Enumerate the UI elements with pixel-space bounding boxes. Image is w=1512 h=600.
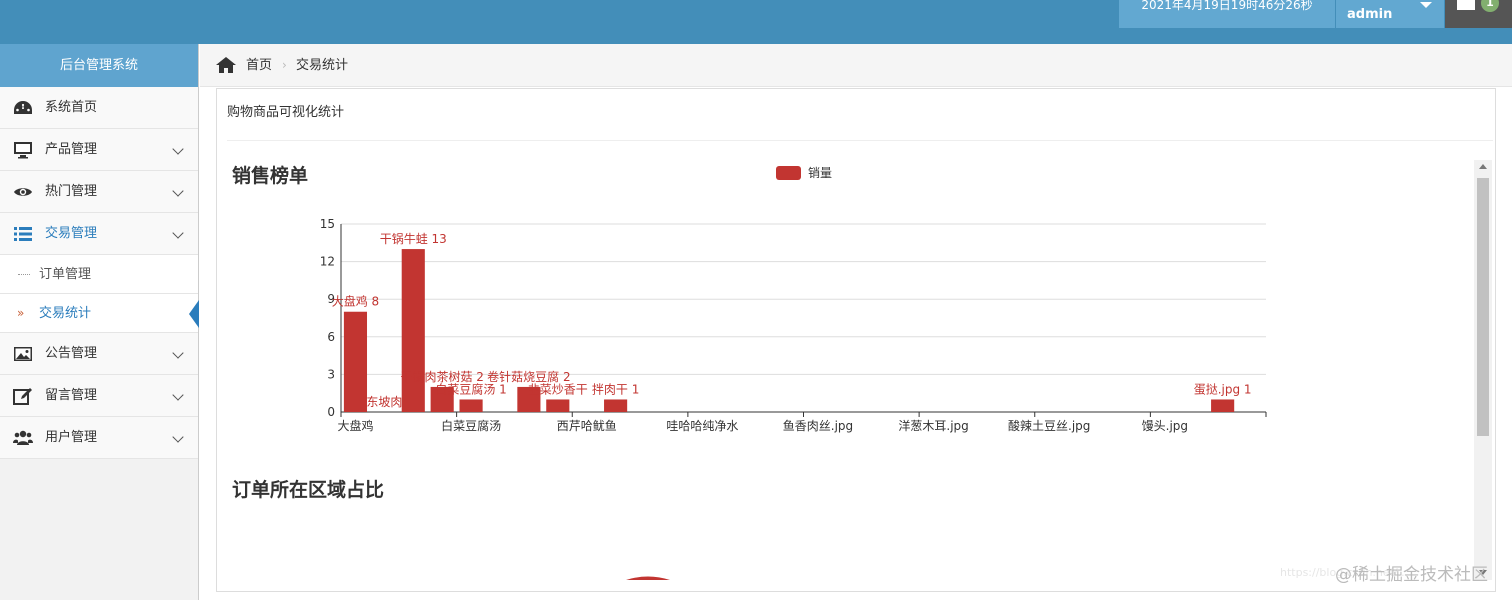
- bar-plot: 03691215大盘鸡 白菜豆腐汤 西芹哈鱿鱼 哇哈哈纯净水 鱼香肉丝.jpg 洋葱木耳.…: [320, 217, 1267, 433]
- sidebar-item-label: 产品管理: [45, 142, 98, 157]
- users-icon: [13, 430, 33, 445]
- data-label: 拌肉干 1: [592, 381, 639, 396]
- mail-button[interactable]: 1: [1445, 0, 1512, 28]
- chevron-down-icon: [172, 347, 184, 359]
- chevron-down-icon: [172, 227, 184, 239]
- sidebar-item-products[interactable]: 产品管理: [0, 129, 198, 171]
- pie-slice-top: [626, 576, 670, 580]
- y-tick-label: 6: [327, 330, 335, 344]
- chevron-down-icon: [172, 143, 184, 155]
- y-tick-label: 0: [327, 405, 335, 419]
- bar: [459, 399, 483, 412]
- sidebar-item-label: 留言管理: [45, 388, 98, 403]
- x-tick-label: 西芹哈鱿鱼: [557, 418, 617, 433]
- eye-icon: [14, 188, 32, 196]
- sidebar-item-label: 公告管理: [45, 346, 98, 361]
- bar: [1211, 399, 1235, 412]
- data-label: 蛋挞.jpg 1: [1194, 382, 1252, 396]
- sidebar-item-trade[interactable]: 交易管理: [0, 213, 198, 255]
- sidebar-item-label: 系统首页: [45, 100, 98, 115]
- panel-title: 购物商品可视化统计: [227, 105, 345, 120]
- picture-icon: [14, 347, 32, 361]
- sidebar-item-popular[interactable]: 热门管理: [0, 171, 198, 213]
- legend-label: 销量: [808, 166, 832, 180]
- data-label: 大盘鸡 8: [332, 294, 379, 309]
- edit-icon: [13, 388, 32, 405]
- y-tick-label: 3: [327, 367, 335, 381]
- active-marker: [189, 300, 199, 328]
- envelope-icon: [1457, 0, 1475, 10]
- y-tick-label: 12: [320, 255, 335, 269]
- mail-count-badge: 1: [1481, 0, 1499, 12]
- legend-swatch: [776, 166, 801, 180]
- breadcrumb-current: 交易统计: [296, 58, 349, 73]
- sidebar-item-label: 用户管理: [45, 430, 98, 445]
- x-tick-label: 大盘鸡: [337, 418, 373, 433]
- sidebar-item-messages[interactable]: 留言管理: [0, 375, 198, 417]
- tree-line: [18, 274, 30, 275]
- sidebar-item-notices[interactable]: 公告管理: [0, 333, 198, 375]
- data-label: 干锅牛蛙 13: [380, 231, 447, 246]
- scrollbar-thumb[interactable]: [1477, 178, 1489, 436]
- user-menu[interactable]: admin: [1336, 0, 1444, 28]
- scroll-up-icon[interactable]: [1479, 164, 1487, 169]
- x-tick-label: 哇哈哈纯净水: [666, 419, 738, 433]
- bar: [604, 399, 628, 412]
- datetime-display: 2021年4月19日19时46分26秒: [1119, 0, 1335, 28]
- sidebar-brand: 后台管理系统: [0, 44, 198, 87]
- y-tick-label: 15: [320, 217, 335, 231]
- sidebar-item-label: 热门管理: [45, 184, 98, 199]
- breadcrumb: 首页 › 交易统计: [200, 44, 1512, 87]
- sidebar-subitem-label: 交易统计: [39, 306, 92, 321]
- sidebar-subitem-trade-stats[interactable]: » 交易统计: [0, 294, 199, 333]
- breadcrumb-home[interactable]: 首页: [246, 44, 272, 87]
- x-tick-label: 洋葱木耳.jpg: [898, 418, 968, 433]
- sidebar-item-label: 交易管理: [45, 226, 98, 241]
- top-navbar: 2021年4月19日19时46分26秒 admin 1: [0, 0, 1512, 44]
- bar: [401, 249, 425, 412]
- list-icon: [14, 227, 32, 241]
- sidebar-subitem-label: 订单管理: [39, 267, 92, 282]
- x-tick-label: 酸辣土豆丝.jpg: [1008, 418, 1090, 433]
- chart-legend[interactable]: 销量: [776, 166, 832, 180]
- chart-title: 销售榜单: [232, 164, 308, 187]
- desktop-icon: [14, 142, 32, 159]
- panel-divider: [227, 140, 1493, 141]
- chart-title-region: 订单所在区域占比: [232, 478, 384, 501]
- breadcrumb-separator-icon: ›: [282, 58, 287, 72]
- bar: [546, 399, 570, 412]
- chevron-down-icon: [172, 431, 184, 443]
- bar: [343, 311, 368, 412]
- dashboard-icon: [14, 101, 32, 114]
- caret-down-icon: [1420, 2, 1432, 8]
- username: admin: [1347, 7, 1393, 22]
- sidebar-subitem-orders[interactable]: 订单管理: [0, 255, 198, 294]
- watermark-brand: @稀土掘金技术社区: [1335, 565, 1488, 585]
- data-label: 东坡肉: [366, 395, 402, 409]
- x-tick-label: 白菜豆腐汤: [441, 418, 501, 433]
- sidebar-item-users[interactable]: 用户管理: [0, 417, 198, 459]
- chart-area: 销售榜单 销量 03691215大盘鸡 白菜豆腐汤 西芹哈鱿鱼 哇哈哈纯净水 鱼香肉丝.…: [232, 164, 1267, 580]
- home-icon: [216, 57, 236, 73]
- sidebar: 后台管理系统 系统首页 产品管理 热门管理 交易管理 订单管理 » 交易统计 公…: [0, 44, 199, 600]
- chevron-down-icon: [172, 389, 184, 401]
- x-tick-label: 鱼香肉丝.jpg: [783, 419, 853, 433]
- data-label: 韭菜炒香干: [528, 382, 588, 396]
- x-tick-label: 馒头.jpg: [1142, 419, 1188, 433]
- double-angle-right-icon: »: [17, 306, 25, 320]
- sidebar-item-home[interactable]: 系统首页: [0, 87, 198, 129]
- chevron-down-icon: [172, 185, 184, 197]
